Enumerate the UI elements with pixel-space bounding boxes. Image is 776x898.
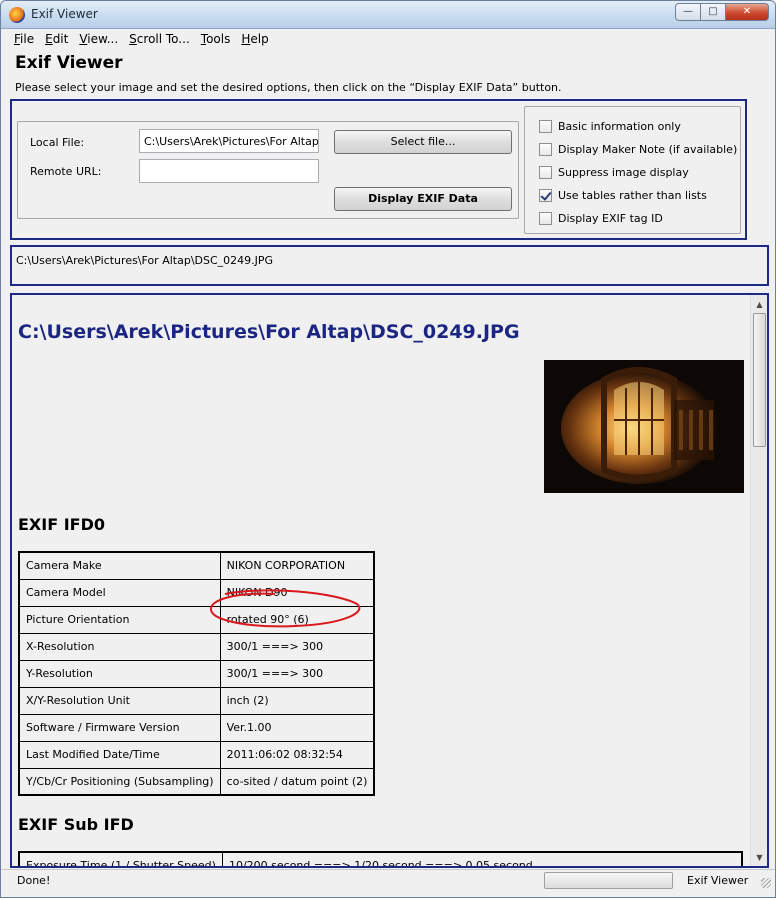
table-row: Y/Cb/Cr Positioning (Subsampling) co-site… [18,767,375,796]
tag-value: 2011:06:02 08:32:54 [219,740,375,769]
tag-value: NIKON CORPORATION [219,551,375,580]
ifd0-heading: EXIF IFD0 [18,515,106,534]
close-icon: ✕ [742,6,752,17]
tag-name: Camera Make [18,551,221,580]
table-row: Camera Model NIKON D90 [18,578,375,607]
close-button[interactable]: ✕ [725,3,769,21]
option-use-tables[interactable]: Use tables rather than lists [539,187,707,203]
tag-value: 300/1 ===> 300 [219,659,375,688]
scroll-up-arrow-icon[interactable]: ▲ [753,297,766,311]
current-path: C:\Users\Arek\Pictures\For Altap\DSC_024… [16,254,274,267]
page-title: Exif Viewer [15,53,123,73]
menu-help[interactable]: Help [236,30,274,50]
tag-value: 300/1 ===> 300 [219,632,375,661]
table-row: X-Resolution 300/1 ===> 300 [18,632,375,661]
option-maker-note[interactable]: Display Maker Note (if available) [539,141,737,157]
minimize-button[interactable]: — [675,3,701,21]
window-controls: — □ ✕ [675,3,769,21]
tag-name: X/Y-Resolution Unit [18,686,221,715]
menu-file[interactable]: File [9,30,40,50]
table-row: Camera Make NIKON CORPORATION [18,551,375,580]
tag-value: inch (2) [219,686,375,715]
table-row: X/Y-Resolution Unit inch (2) [18,686,375,715]
menu-view[interactable]: View... [74,30,124,50]
resize-grip-icon[interactable] [761,878,771,888]
sub-ifd-table: Exposure Time (1 / Shutter Speed) 10/200 … [18,851,744,866]
minimize-icon: — [683,6,693,17]
remote-url-input[interactable] [139,159,319,183]
tag-name: Picture Orientation [18,605,221,634]
tag-value: co-sited / datum point (2) [219,767,375,796]
tag-name: Software / Firmware Version [18,713,221,742]
tag-name: Exposure Time (1 / Shutter Speed) [18,851,223,866]
sub-ifd-heading: EXIF Sub IFD [18,815,134,834]
path-bar: C:\Users\Arek\Pictures\For Altap\DSC_024… [10,245,769,286]
options-panel: Local File: C:\Users\Arek\Pictures\For A… [10,99,747,240]
remote-url-label: Remote URL: [30,165,102,178]
tag-name: Y-Resolution [18,659,221,688]
tag-name: Last Modified Date/Time [18,740,221,769]
table-row: Exposure Time (1 / Shutter Speed) 10/200 … [18,851,743,866]
checkbox[interactable] [539,142,552,156]
display-exif-button[interactable]: Display EXIF Data [334,187,512,211]
local-file-input[interactable]: C:\Users\Arek\Pictures\For Altap [139,129,319,153]
menu-edit[interactable]: Edit [40,30,74,50]
tag-value: rotated 90° (6) [219,605,375,634]
instructions-text: Please select your image and set the des… [15,81,562,94]
tag-name: Camera Model [18,578,221,607]
tag-name: X-Resolution [18,632,221,661]
app-window: Exif Viewer — □ ✕ File Edit View... Scro… [0,0,776,898]
tag-value: NIKON D90 [219,578,375,607]
menu-scroll-to[interactable]: Scroll To... [124,30,196,50]
menu-tools[interactable]: Tools [196,30,237,50]
content-scroll-area: C:\Users\Arek\Pictures\For Altap\DSC_024… [12,295,750,866]
firefox-icon [9,7,25,23]
window-title: Exif Viewer [31,7,98,21]
vertical-scrollbar[interactable]: ▲ ▼ [750,295,767,866]
exif-content-pane[interactable]: C:\Users\Arek\Pictures\For Altap\DSC_024… [10,293,769,868]
tag-value: Ver.1.00 [219,713,375,742]
maximize-button[interactable]: □ [700,3,726,21]
table-row: Picture Orientation rotated 90° (6) [18,605,375,634]
title-bar[interactable]: Exif Viewer — □ ✕ [1,1,775,29]
scroll-down-arrow-icon[interactable]: ▼ [753,850,766,864]
table-row: Software / Firmware Version Ver.1.00 [18,713,375,742]
image-thumbnail [544,360,744,493]
checkbox[interactable] [539,119,552,133]
option-basic-info[interactable]: Basic information only [539,118,681,134]
option-suppress-image[interactable]: Suppress image display [539,164,689,180]
select-file-button[interactable]: Select file... [334,130,512,154]
table-row: Last Modified Date/Time 2011:06:02 08:32:… [18,740,375,769]
option-tag-id[interactable]: Display EXIF tag ID [539,210,663,226]
status-app-label: Exif Viewer [687,874,749,887]
file-input-group: Local File: C:\Users\Arek\Pictures\For A… [17,121,519,219]
tag-value: 10/200 second ===> 1/20 second ===> 0.05… [221,851,743,866]
display-options-group: Basic information only Display Maker Not… [524,106,741,234]
ifd0-table: Camera Make NIKON CORPORATION Camera Mode… [18,551,376,796]
checkbox[interactable] [539,211,552,225]
checkbox[interactable] [539,165,552,179]
church-interior-image [544,360,744,493]
table-row: Y-Resolution 300/1 ===> 300 [18,659,375,688]
progress-bar [544,872,673,889]
file-heading: C:\Users\Arek\Pictures\For Altap\DSC_024… [18,321,520,343]
local-file-label: Local File: [30,136,85,149]
menu-bar: File Edit View... Scroll To... Tools Hel… [1,30,775,50]
checkbox-checked[interactable] [539,188,552,202]
maximize-icon: □ [708,6,718,17]
status-text: Done! [17,874,51,887]
scroll-thumb[interactable] [753,313,766,447]
tag-name: Y/Cb/Cr Positioning (Subsampling) [18,767,221,796]
status-bar: Done! Exif Viewer [1,869,775,897]
